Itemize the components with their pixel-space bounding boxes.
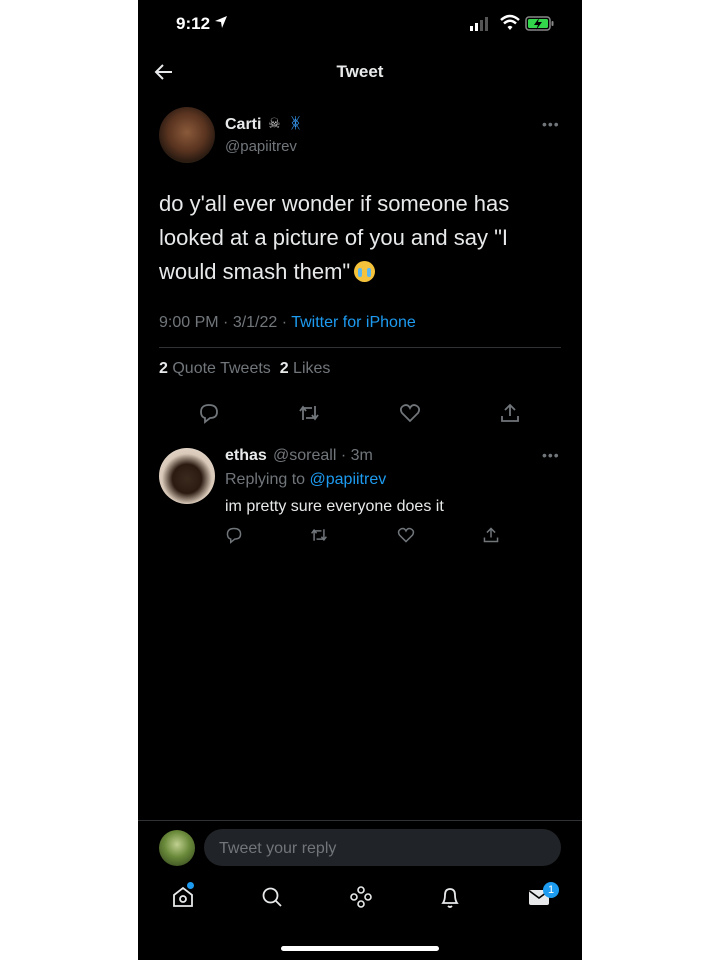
messages-badge: 1 [543,882,559,898]
search-icon[interactable] [260,885,284,909]
reply-composer[interactable] [204,829,561,868]
likes-link[interactable]: 2 Likes [280,360,331,377]
butterfly-emoji-icon: ᛤ [291,115,301,132]
divider [138,820,582,821]
reply-age: 3m [350,447,373,464]
location-arrow-icon [215,16,227,28]
tweet-date: 3/1/22 [232,314,278,331]
retweet-icon[interactable] [310,526,328,544]
reply-icon[interactable] [198,402,220,424]
quote-count: 2 [159,360,168,377]
quote-tweets-link[interactable]: 2 Quote Tweets [159,360,271,377]
wifi-icon [500,14,520,30]
reply-input[interactable] [217,829,551,868]
more-icon[interactable]: ••• [542,116,560,132]
reply-author-handle[interactable]: @soreall [273,447,336,464]
page-title: Tweet [336,62,384,81]
tweet-stats: 2 Quote Tweets 2 Likes [159,360,330,378]
tweet-meta: 9:00 PM · 3/1/22 · Twitter for iPhone [159,314,416,331]
skull-emoji-icon: ☠ [268,115,281,131]
crying-emoji-icon [354,261,376,282]
reply-author-meta: @soreall · 3m [273,447,373,464]
author-handle[interactable]: @papiitrev [225,138,297,155]
phone-screen: 9:12 Tweet Carti ☠ ᛤ @papiitrev ••• do y… [138,0,582,960]
reply-author-avatar[interactable] [159,448,215,504]
retweet-icon[interactable] [298,402,320,424]
reply-author-name[interactable]: ethas [225,447,267,465]
like-icon[interactable] [399,402,421,424]
home-indicator[interactable] [281,946,439,951]
like-count: 2 [279,360,289,377]
replying-to: Replying to @papiitrev [225,471,386,489]
replying-prefix: Replying to [225,471,306,488]
tweet-time: 9:00 PM [159,314,219,331]
divider [159,347,561,348]
quote-label: Quote Tweets [172,360,271,377]
my-avatar[interactable] [159,830,195,866]
reply-text: im pretty sure everyone does it [225,498,444,515]
author-name[interactable]: Carti [225,116,261,134]
signal-icon [470,17,488,31]
more-icon[interactable]: ••• [542,447,560,463]
spaces-icon[interactable] [349,885,373,909]
reply-icon[interactable] [225,526,243,544]
notifications-icon[interactable] [438,885,462,909]
share-icon[interactable] [499,402,521,424]
tweet-body: do y'all ever wonder if someone has look… [159,187,539,289]
like-icon[interactable] [397,526,415,544]
home-notification-dot [187,882,194,889]
replying-mention-link[interactable]: @papiitrev [310,471,387,488]
status-time: 9:12 [176,14,211,33]
share-icon[interactable] [482,526,500,544]
like-label: Likes [293,360,331,377]
tweet-text: do y'all ever wonder if someone has look… [159,191,510,284]
author-avatar[interactable] [159,107,215,163]
tweet-source-link[interactable]: Twitter for iPhone [291,314,416,331]
battery-charging-icon [525,16,554,31]
